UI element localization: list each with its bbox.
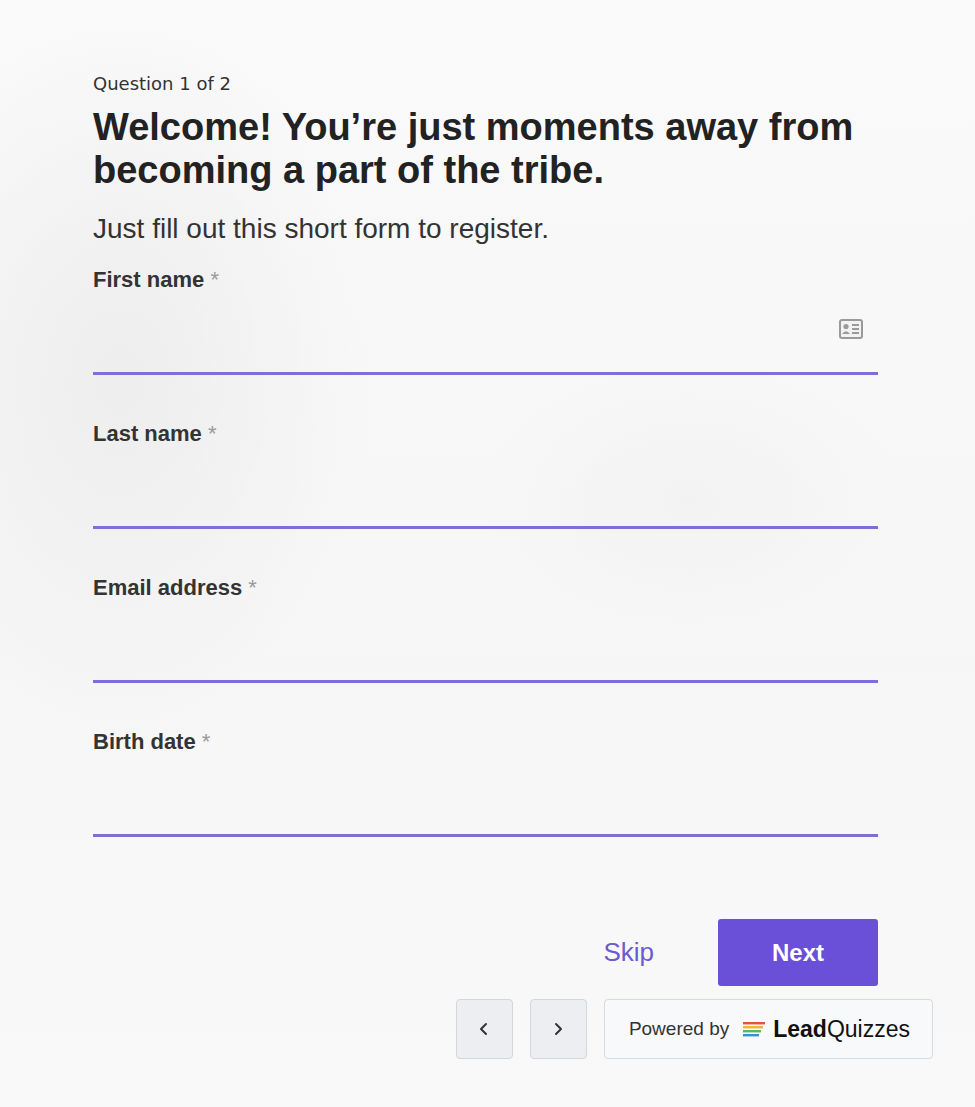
form-field: Email address *: [93, 574, 878, 683]
leadquizzes-logo-icon: [743, 1021, 765, 1037]
field-label: Birth date *: [93, 728, 878, 756]
quiz-page: Question 1 of 2 Welcome! You’re just mome…: [0, 0, 975, 1107]
required-mark: *: [210, 267, 219, 292]
footer-bar: Powered by LeadQuizzes: [0, 986, 975, 1059]
question-progress: Question 1 of 2: [93, 72, 878, 96]
field-label: Email address *: [93, 574, 878, 602]
text-input[interactable]: [93, 294, 878, 372]
required-mark: *: [208, 421, 217, 446]
required-mark: *: [248, 575, 257, 600]
field-input-wrap: [93, 602, 878, 683]
chevron-right-icon: [551, 1021, 565, 1037]
chevron-left-icon: [477, 1021, 491, 1037]
form-field: Birth date *: [93, 728, 878, 837]
next-button[interactable]: Next: [718, 919, 878, 986]
text-input[interactable]: [93, 756, 878, 834]
field-label: Last name *: [93, 420, 878, 448]
text-input[interactable]: [93, 448, 878, 526]
question-subtitle: Just fill out this short form to registe…: [93, 212, 878, 246]
skip-button[interactable]: Skip: [579, 927, 678, 978]
field-input-wrap: [93, 294, 878, 375]
powered-by-badge[interactable]: Powered by LeadQuizzes: [604, 999, 933, 1059]
contact-card-icon[interactable]: [838, 318, 864, 340]
text-input[interactable]: [93, 602, 878, 680]
form-actions: Skip Next: [93, 919, 878, 986]
field-input-wrap: [93, 756, 878, 837]
previous-button[interactable]: [456, 999, 513, 1059]
field-input-wrap: [93, 448, 878, 529]
field-label: First name *: [93, 266, 878, 294]
required-mark: *: [202, 729, 211, 754]
form-field: Last name *: [93, 420, 878, 529]
form-field: First name *: [93, 266, 878, 375]
question-title: Welcome! You’re just moments away from b…: [93, 106, 878, 192]
forward-button[interactable]: [530, 999, 587, 1059]
quiz-form: Question 1 of 2 Welcome! You’re just mome…: [0, 0, 975, 986]
brand-name: LeadQuizzes: [773, 1016, 910, 1043]
powered-by-text: Powered by: [629, 1018, 729, 1040]
